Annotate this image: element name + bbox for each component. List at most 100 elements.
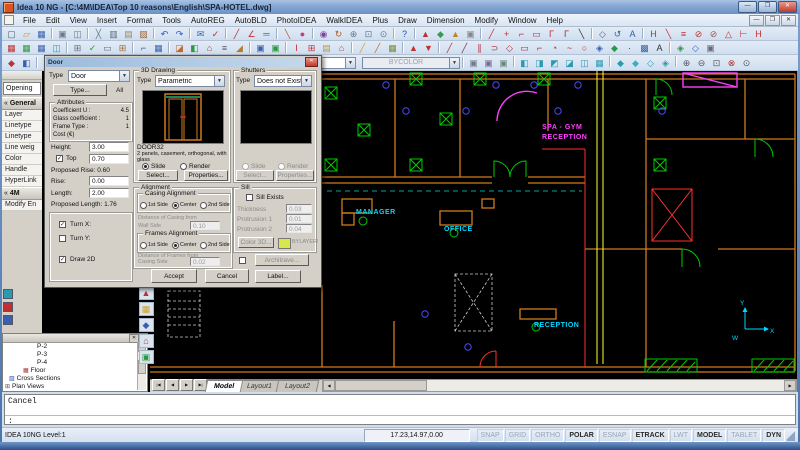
type-button[interactable]: Type... bbox=[53, 84, 107, 96]
close-button[interactable]: ✕ bbox=[778, 1, 797, 13]
help-icon[interactable]: ? bbox=[397, 27, 412, 41]
sidebar-item-line-weig[interactable]: Line weig bbox=[2, 143, 42, 154]
menu-edit[interactable]: Edit bbox=[41, 16, 65, 25]
tri-up-icon[interactable]: ▲ bbox=[406, 41, 421, 55]
sidebar-item-modify-en[interactable]: Modify En bbox=[2, 200, 42, 211]
menu-plus[interactable]: Plus bbox=[368, 16, 394, 25]
toggle-grid[interactable]: GRID bbox=[505, 429, 531, 442]
home-tool-icon[interactable]: ⌂ bbox=[334, 41, 349, 55]
sidebar-section-4m[interactable]: 4M bbox=[2, 187, 42, 200]
edge-red-icon[interactable] bbox=[3, 302, 13, 312]
slab-2-icon[interactable]: ▭ bbox=[100, 41, 115, 55]
rectangle-tool-icon[interactable]: ▭ bbox=[517, 41, 532, 55]
dialog-close-icon[interactable]: ✕ bbox=[305, 57, 318, 67]
mdi-minimize-button[interactable]: — bbox=[749, 15, 764, 26]
edge-blue-icon[interactable] bbox=[3, 315, 13, 325]
zoom-prev-icon[interactable]: ⊗ bbox=[724, 56, 739, 70]
menu-modify[interactable]: Modify bbox=[470, 16, 504, 25]
menu-tools[interactable]: Tools bbox=[157, 16, 186, 25]
zoom-extents-icon[interactable]: ⊙ bbox=[376, 27, 391, 41]
dialog-title-bar[interactable]: Door ✕ bbox=[46, 57, 320, 67]
text-tool-icon[interactable]: A bbox=[652, 41, 667, 55]
menu-autoreg[interactable]: AutoREG bbox=[186, 16, 230, 25]
arc-tool-icon[interactable]: ⌐ bbox=[532, 41, 547, 55]
frames-2nd-side-radio[interactable] bbox=[200, 242, 207, 249]
select-button[interactable]: Select... bbox=[138, 170, 178, 181]
tab-nav-[interactable]: ▶ bbox=[180, 379, 193, 391]
toggle-dyn[interactable]: DYN bbox=[762, 429, 785, 442]
lock-tool-icon[interactable]: ▣ bbox=[463, 27, 478, 41]
toggle-model[interactable]: MODEL bbox=[693, 429, 726, 442]
length-input[interactable]: 2.00 bbox=[89, 188, 129, 198]
toggle-etrack[interactable]: ETRACK bbox=[632, 429, 669, 442]
warning-tool-icon[interactable]: ▲ bbox=[448, 27, 463, 41]
zoom-out-icon[interactable]: ⊖ bbox=[694, 56, 709, 70]
menu-draw[interactable]: Draw bbox=[393, 16, 422, 25]
menu-view[interactable]: View bbox=[65, 16, 92, 25]
clipboard-icon[interactable]: ▤ bbox=[319, 41, 334, 55]
slab-tool-icon[interactable]: ╲ bbox=[661, 27, 676, 41]
draw-arc-icon[interactable]: ⌐ bbox=[514, 27, 529, 41]
scroll-right-icon[interactable]: ▶ bbox=[784, 380, 796, 391]
faces-tool-icon[interactable]: ◆ bbox=[433, 27, 448, 41]
ruler-icon[interactable]: ═ bbox=[259, 27, 274, 41]
sill-exists-checkbox[interactable] bbox=[246, 194, 253, 201]
grid-tool-icon[interactable]: ⊞ bbox=[70, 41, 85, 55]
door-type-combo[interactable]: Door ▼ bbox=[68, 70, 130, 82]
turn-y-checkbox[interactable] bbox=[59, 235, 66, 242]
pen-yellow-icon[interactable]: ╱ bbox=[355, 41, 370, 55]
wall-blue-icon[interactable]: ▦ bbox=[34, 41, 49, 55]
sidebar-entity-combo[interactable]: Opening bbox=[3, 82, 41, 95]
stair-tool-r-icon[interactable]: ≡ bbox=[676, 27, 691, 41]
toggle-tablet[interactable]: TABLET bbox=[727, 429, 761, 442]
text-tool-a-icon[interactable]: A bbox=[625, 27, 640, 41]
drawing-3d-type-combo[interactable]: Parametric ▼ bbox=[155, 75, 225, 87]
zoom-in-icon[interactable]: ⊕ bbox=[679, 56, 694, 70]
block-library-icon[interactable]: ◇ bbox=[595, 27, 610, 41]
sidebar-item-color[interactable]: Color bbox=[2, 154, 42, 165]
render-radio[interactable] bbox=[180, 163, 187, 170]
zoom-win-icon[interactable]: ⊡ bbox=[709, 56, 724, 70]
zoom-window-icon[interactable]: ⊡ bbox=[361, 27, 376, 41]
orbit-icon[interactable]: ↻ bbox=[331, 27, 346, 41]
beam-tool-2-icon[interactable]: H bbox=[751, 27, 766, 41]
etransmit-icon[interactable]: ✉ bbox=[193, 27, 208, 41]
toggle-polar[interactable]: POLAR bbox=[565, 429, 598, 442]
cancel-button[interactable]: Cancel bbox=[205, 269, 249, 283]
casing-center-radio[interactable] bbox=[172, 202, 179, 209]
view-top-icon[interactable]: ◫ bbox=[577, 56, 592, 70]
save-file-icon[interactable]: ▦ bbox=[34, 27, 49, 41]
ramp-tool-icon[interactable]: ◢ bbox=[232, 41, 247, 55]
edge-teal-icon[interactable] bbox=[3, 289, 13, 299]
dim-2-icon[interactable]: ◇ bbox=[688, 41, 703, 55]
format-painter-icon[interactable]: ▨ bbox=[136, 27, 151, 41]
rotate-tool-icon[interactable]: ↺ bbox=[610, 27, 625, 41]
minimize-button[interactable]: — bbox=[738, 1, 757, 13]
forbid-1-icon[interactable]: ⊘ bbox=[691, 27, 706, 41]
sidebar-section-general[interactable]: General bbox=[2, 97, 42, 110]
grid-red-icon[interactable]: ⊞ bbox=[304, 41, 319, 55]
tree-item-p-2[interactable]: P-2 bbox=[3, 343, 147, 351]
tree-item-cross-sections[interactable]: ▨Cross Sections bbox=[3, 375, 147, 383]
draw-plus-icon[interactable]: + bbox=[499, 27, 514, 41]
make-block-icon[interactable]: ◆ bbox=[607, 41, 622, 55]
menu-help[interactable]: Help bbox=[542, 16, 568, 25]
redo-icon[interactable]: ↷ bbox=[172, 27, 187, 41]
view-ne-icon[interactable]: ◩ bbox=[547, 56, 562, 70]
scroll-left-icon[interactable]: ◀ bbox=[323, 380, 335, 391]
menu-insert[interactable]: Insert bbox=[92, 16, 122, 25]
strip-up-icon[interactable]: ▲ bbox=[139, 286, 154, 300]
layer-tool-icon[interactable]: ▲ bbox=[418, 27, 433, 41]
image-tool-icon[interactable]: ▣ bbox=[703, 41, 718, 55]
offset-tool-icon[interactable]: ⊃ bbox=[487, 41, 502, 55]
menu-dimension[interactable]: Dimension bbox=[422, 16, 470, 25]
toggle-ortho[interactable]: ORTHO bbox=[531, 429, 564, 442]
menu-file[interactable]: File bbox=[18, 16, 41, 25]
door-tool-icon[interactable]: ◪ bbox=[172, 41, 187, 55]
spline-tool-icon[interactable]: ~ bbox=[562, 41, 577, 55]
stair-tool-icon[interactable]: ≡ bbox=[217, 41, 232, 55]
view-iso-icon[interactable]: ▦ bbox=[592, 56, 607, 70]
view-sw-icon[interactable]: ◨ bbox=[532, 56, 547, 70]
tab-layout2[interactable]: Layout2 bbox=[276, 380, 319, 392]
shutters-type-combo[interactable]: Does not Exist ▼ bbox=[254, 75, 312, 87]
